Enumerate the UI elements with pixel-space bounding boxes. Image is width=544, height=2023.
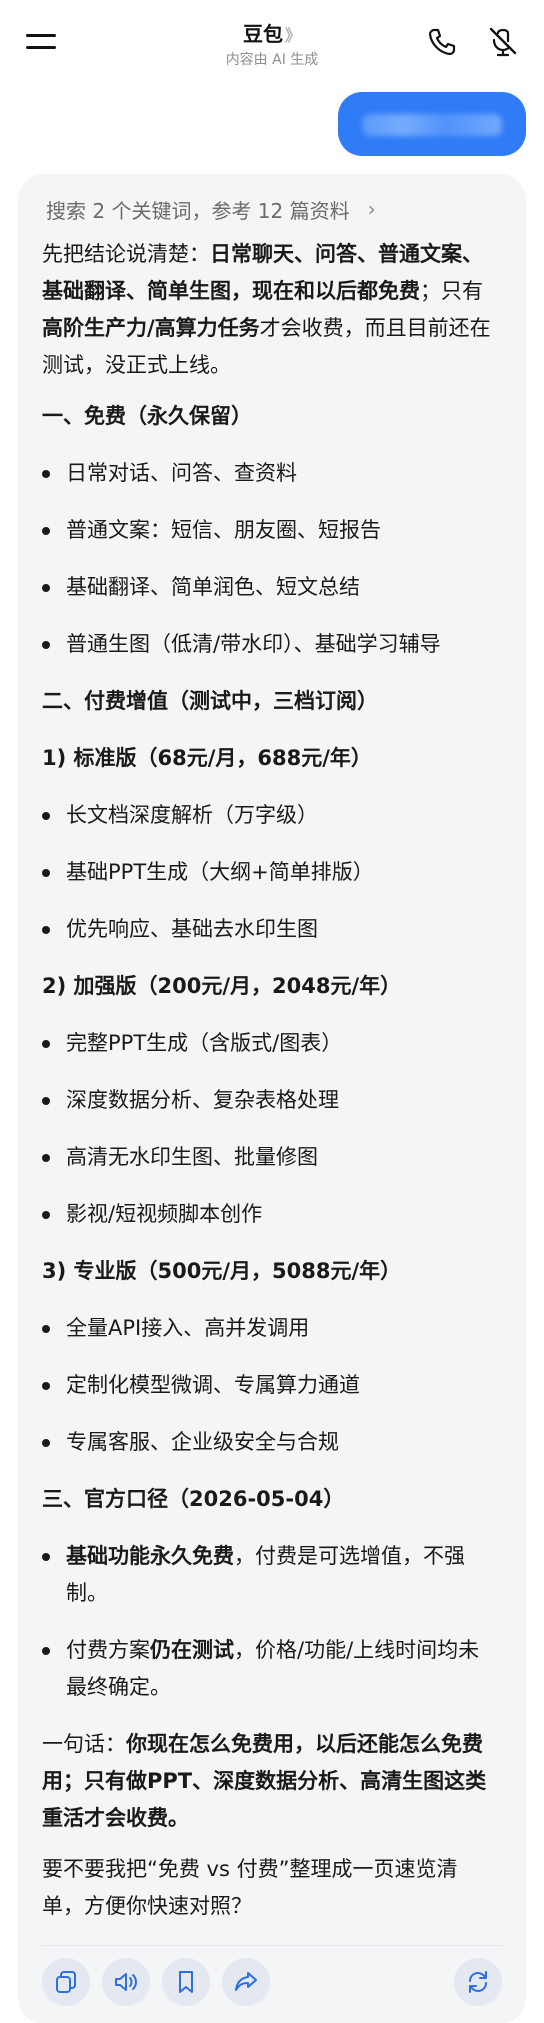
refresh-icon — [469, 1971, 487, 1993]
read-aloud-button[interactable] — [102, 1958, 150, 2006]
microphone-off-icon[interactable] — [486, 24, 520, 58]
regenerate-button[interactable] — [454, 1958, 502, 2006]
tier-heading-pro: 3) 专业版（500元/月，5088元/年） — [42, 1259, 402, 1283]
redacted-text — [362, 114, 502, 136]
app-title[interactable]: 豆包》 — [172, 18, 372, 47]
user-message-bubble[interactable] — [338, 92, 526, 156]
share-button[interactable] — [222, 1958, 270, 2006]
section-heading-free: 一、免费（永久保留） — [42, 404, 252, 428]
list-item: 日常对话、问答、查资料 — [42, 455, 498, 492]
answer-intro: 先把结论说清楚：日常聊天、问答、普通文案、基础翻译、简单生图，现在和以后都免费；… — [42, 242, 491, 377]
list-item: 影视/短视频脚本创作 — [42, 1196, 498, 1233]
copy-icon — [56, 1971, 76, 1993]
chevron-right-icon: › — [367, 197, 376, 221]
speaker-icon — [115, 1973, 137, 1991]
phone-icon[interactable] — [426, 26, 458, 58]
list-item: 普通文案：短信、朋友圈、短报告 — [42, 512, 498, 549]
summary-sentence: 一句话：你现在怎么免费用，以后还能怎么免费用；只有做PPT、深度数据分析、高清生… — [42, 1732, 487, 1830]
section-heading-paid: 二、付费增值（测试中，三档订阅） — [42, 689, 378, 713]
toolbar-divider — [42, 1945, 502, 1946]
bookmark-icon — [179, 1971, 193, 1993]
list-item: 专属客服、企业级安全与合规 — [42, 1424, 498, 1461]
list-item: 基础功能永久免费，付费是可选增值，不强制。 — [42, 1538, 498, 1612]
search-sources-row[interactable]: 搜索 2 个关键词，参考 12 篇资料 › — [46, 192, 376, 226]
list-item: 全量API接入、高并发调用 — [42, 1310, 498, 1347]
list-item: 基础PPT生成（大纲+简单排版） — [42, 854, 498, 891]
title-chevron-icon: 》 — [284, 26, 301, 45]
list-item: 高清无水印生图、批量修图 — [42, 1139, 498, 1176]
list-item: 长文档深度解析（万字级） — [42, 797, 498, 834]
list-item: 定制化模型微调、专属算力通道 — [42, 1367, 498, 1404]
list-item: 完整PPT生成（含版式/图表） — [42, 1025, 498, 1062]
list-item: 基础翻译、简单润色、短文总结 — [42, 569, 498, 606]
tier-heading-plus: 2) 加强版（200元/月，2048元/年） — [42, 974, 402, 998]
answer-content: 先把结论说清楚：日常聊天、问答、普通文案、基础翻译、简单生图，现在和以后都免费；… — [42, 236, 498, 1939]
list-item: 付费方案仍在测试，价格/功能/上线时间均未最终确定。 — [42, 1632, 498, 1706]
ai-generated-note: 内容由 AI 生成 — [225, 52, 319, 68]
list-item: 深度数据分析、复杂表格处理 — [42, 1082, 498, 1119]
bookmark-button[interactable] — [162, 1958, 210, 2006]
list-item: 优先响应、基础去水印生图 — [42, 911, 498, 948]
closing-question: 要不要我把“免费 vs 付费”整理成一页速览清单，方便你快速对照？ — [42, 1857, 458, 1918]
list-item: 普通生图（低清/带水印）、基础学习辅导 — [42, 626, 498, 663]
copy-button[interactable] — [42, 1958, 90, 2006]
section-heading-official: 三、官方口径（2026-05-04） — [42, 1487, 345, 1511]
menu-icon[interactable] — [26, 30, 56, 52]
top-bar: 豆包》 内容由 AI 生成 — [0, 0, 544, 82]
title-block[interactable]: 豆包》 内容由 AI 生成 — [172, 18, 372, 69]
share-icon — [235, 1972, 257, 1991]
search-sources-text: 搜索 2 个关键词，参考 12 篇资料 — [46, 198, 350, 223]
tier-heading-standard: 1) 标准版（68元/月，688元/年） — [42, 746, 372, 770]
